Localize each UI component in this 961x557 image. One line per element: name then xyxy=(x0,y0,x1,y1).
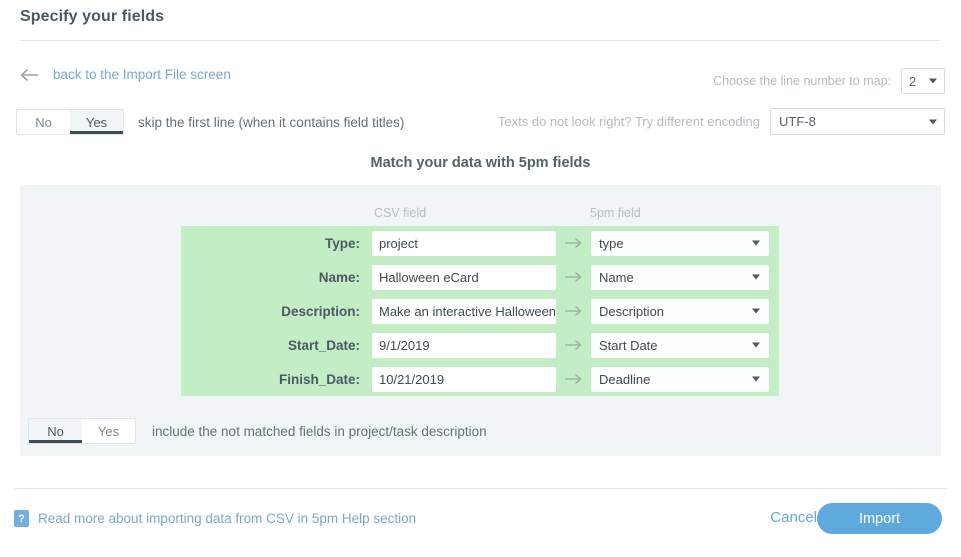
skip-first-line-description: skip the first line (when it contains fi… xyxy=(138,115,404,130)
chevron-down-icon xyxy=(929,79,937,84)
help-link-row[interactable]: ? Read more about importing data from CS… xyxy=(14,510,416,527)
mapping-row-label: Description: xyxy=(181,304,372,319)
arrow-right-icon xyxy=(556,373,591,385)
skip-first-line-option-yes[interactable]: Yes xyxy=(70,110,123,134)
match-heading: Match your data with 5pm fields xyxy=(0,155,961,171)
include-not-matched-toggle[interactable]: No Yes xyxy=(28,418,136,444)
skip-first-line-option-no[interactable]: No xyxy=(17,110,70,134)
skip-first-line-control: No Yes skip the first line (when it cont… xyxy=(16,109,404,135)
fivepm-field-select[interactable]: Description xyxy=(591,299,769,324)
chevron-down-icon xyxy=(752,343,760,348)
chevron-down-icon xyxy=(752,275,760,280)
encoding-label: Texts do not look right? Try different e… xyxy=(498,114,760,129)
specify-fields-screen: Specify your fields back to the Import F… xyxy=(0,0,961,557)
arrow-right-icon xyxy=(556,305,591,317)
chevron-down-icon xyxy=(752,377,760,382)
column-header-csv: CSV field xyxy=(374,206,426,220)
arrow-left-icon xyxy=(20,68,42,82)
chevron-down-icon xyxy=(752,309,760,314)
line-number-control: Choose the line number to map: 2 xyxy=(713,68,945,94)
fivepm-field-value: Name xyxy=(599,270,634,285)
back-link-label: back to the Import File screen xyxy=(53,67,231,82)
column-header-5pm: 5pm field xyxy=(590,206,641,220)
fivepm-field-value: type xyxy=(599,236,624,251)
include-not-matched-description: include the not matched fields in projec… xyxy=(152,424,487,439)
include-not-matched-option-no[interactable]: No xyxy=(29,419,82,443)
mapping-row-label: Type: xyxy=(181,236,372,251)
encoding-select[interactable]: UTF-8 xyxy=(770,108,945,135)
fivepm-field-value: Description xyxy=(599,304,664,319)
mapping-row-label: Name: xyxy=(181,270,372,285)
csv-value-input[interactable]: Halloween eCard xyxy=(372,265,556,290)
import-button[interactable]: Import xyxy=(817,503,942,534)
fivepm-field-value: Deadline xyxy=(599,372,650,387)
mapping-rows-container: Type: project type Name: Halloween eCard xyxy=(181,226,779,396)
mapping-row: Finish_Date: 10/21/2019 Deadline xyxy=(181,362,779,396)
fivepm-field-select[interactable]: Name xyxy=(591,265,769,290)
include-not-matched-control: No Yes include the not matched fields in… xyxy=(28,418,487,444)
help-link-label: Read more about importing data from CSV … xyxy=(38,511,416,526)
mapping-row: Start_Date: 9/1/2019 Start Date xyxy=(181,328,779,362)
encoding-control: Texts do not look right? Try different e… xyxy=(498,108,945,135)
arrow-right-icon xyxy=(556,339,591,351)
mapping-row-label: Start_Date: xyxy=(181,338,372,353)
csv-value-input[interactable]: project xyxy=(372,231,556,256)
header-divider xyxy=(20,40,941,41)
line-number-value: 2 xyxy=(909,74,916,89)
line-number-label: Choose the line number to map: xyxy=(713,74,891,88)
csv-value-input[interactable]: Make an interactive Halloween xyxy=(372,299,556,324)
mapping-row-label: Finish_Date: xyxy=(181,372,372,387)
encoding-value: UTF-8 xyxy=(779,114,816,129)
fivepm-field-select[interactable]: type xyxy=(591,231,769,256)
arrow-right-icon xyxy=(556,271,591,283)
mapping-row: Type: project type xyxy=(181,226,779,260)
fivepm-field-value: Start Date xyxy=(599,338,658,353)
chevron-down-icon xyxy=(929,119,937,124)
line-number-select[interactable]: 2 xyxy=(901,68,945,94)
skip-first-line-toggle[interactable]: No Yes xyxy=(16,109,124,135)
chevron-down-icon xyxy=(752,241,760,246)
cancel-button[interactable]: Cancel xyxy=(770,509,817,526)
csv-value-input[interactable]: 9/1/2019 xyxy=(372,333,556,358)
include-not-matched-option-yes[interactable]: Yes xyxy=(82,419,135,443)
arrow-right-icon xyxy=(556,237,591,249)
csv-value-input[interactable]: 10/21/2019 xyxy=(372,367,556,392)
fivepm-field-select[interactable]: Start Date xyxy=(591,333,769,358)
mapping-row: Name: Halloween eCard Name xyxy=(181,260,779,294)
fivepm-field-select[interactable]: Deadline xyxy=(591,367,769,392)
back-to-import-file-link[interactable]: back to the Import File screen xyxy=(20,67,231,82)
question-mark-icon: ? xyxy=(14,510,29,527)
mapping-row: Description: Make an interactive Hallowe… xyxy=(181,294,779,328)
page-title: Specify your fields xyxy=(20,8,164,26)
footer-divider xyxy=(14,488,947,489)
